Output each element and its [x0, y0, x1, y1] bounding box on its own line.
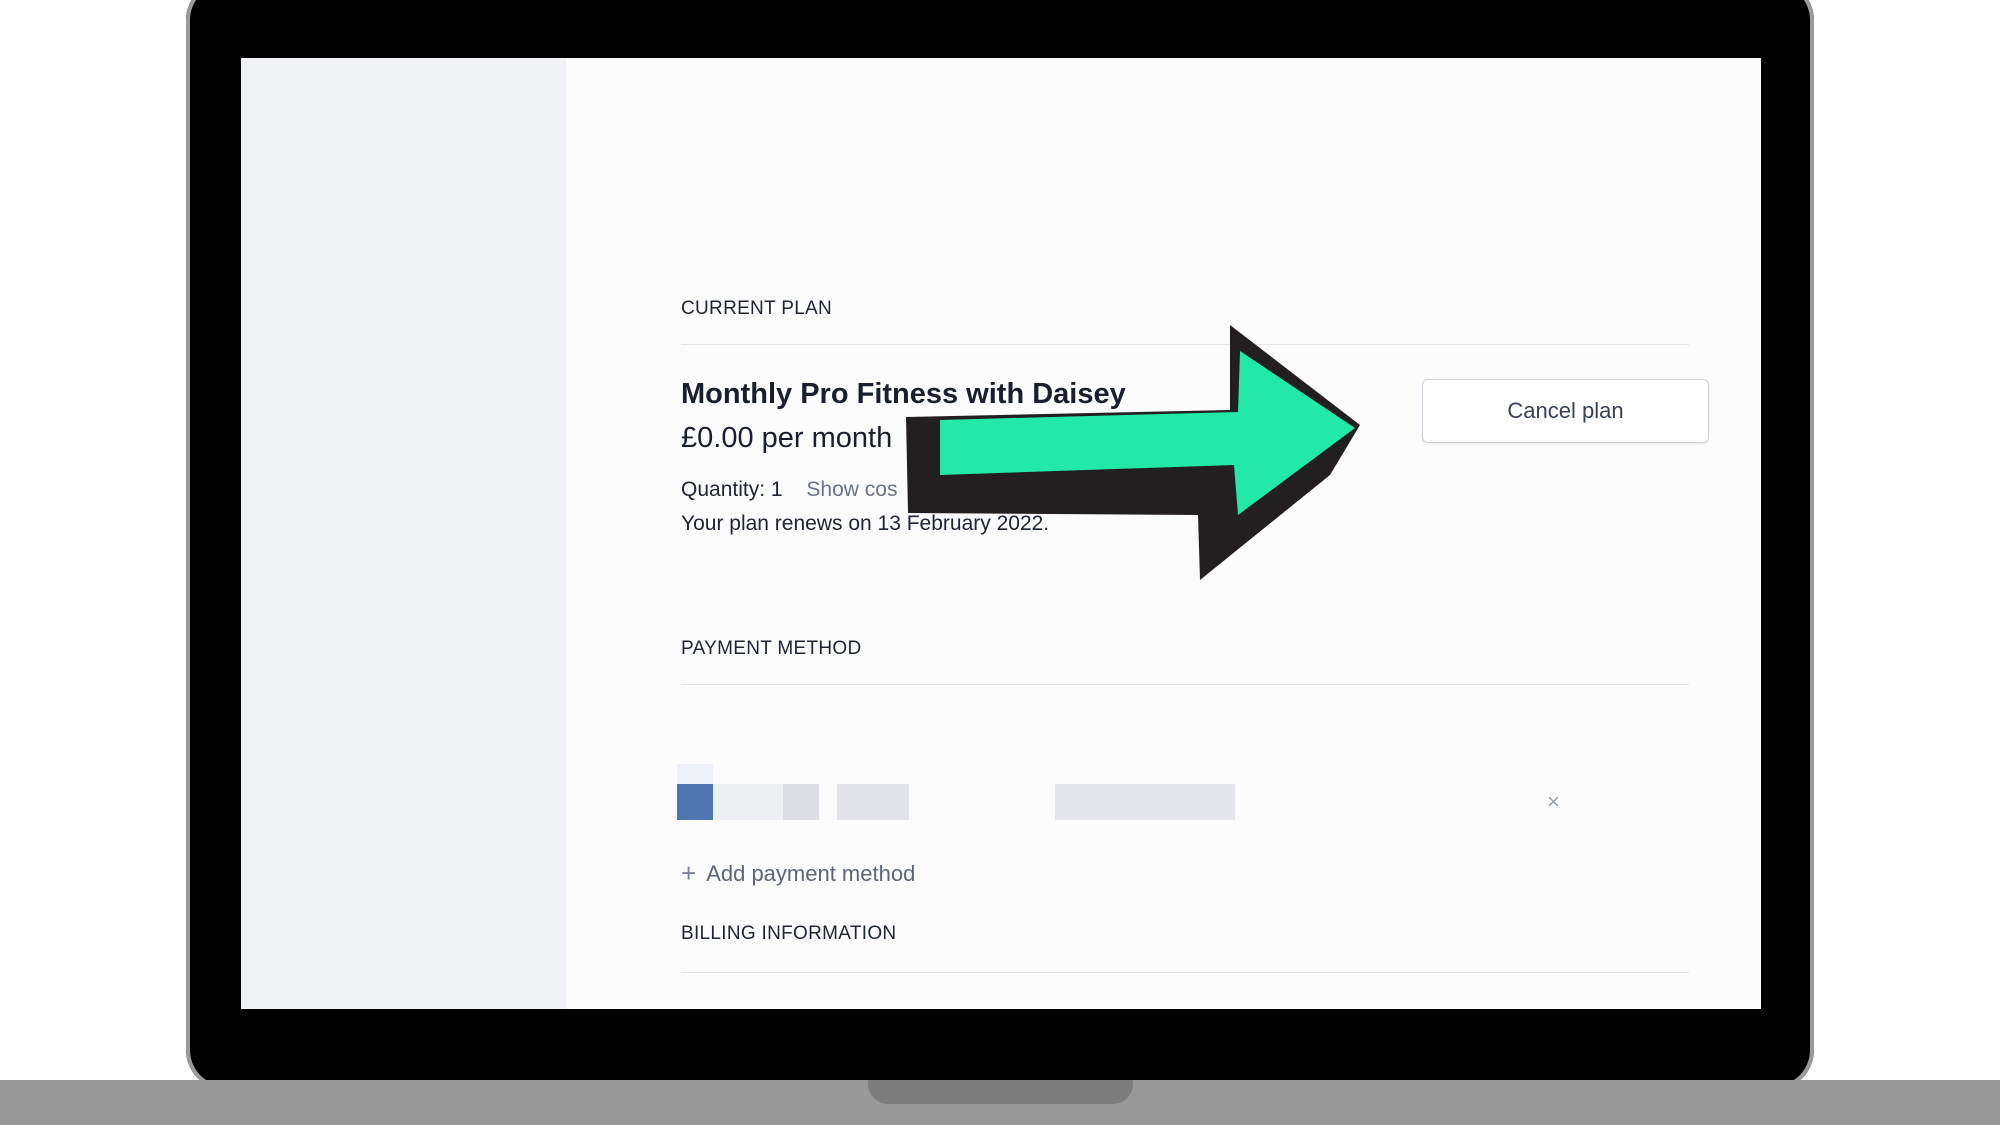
- payment-card-row[interactable]: [677, 758, 1277, 820]
- card-logo-top: [677, 764, 713, 784]
- payment-method-heading: PAYMENT METHOD: [681, 638, 862, 659]
- add-payment-method-link[interactable]: + Add payment method: [681, 858, 915, 889]
- divider: [681, 684, 1689, 685]
- cancel-plan-button[interactable]: Cancel plan: [1422, 379, 1709, 443]
- card-number-blur: [837, 784, 909, 820]
- current-plan-heading: CURRENT PLAN: [681, 298, 833, 319]
- laptop-notch: [868, 1080, 1133, 1104]
- quantity-line: Quantity: 1 Show cos: [681, 478, 897, 502]
- card-expiry-blur: [1055, 784, 1235, 820]
- add-payment-method-label: Add payment method: [706, 860, 916, 886]
- close-icon[interactable]: ×: [1547, 789, 1560, 815]
- quantity-text: Quantity: 1: [681, 478, 783, 501]
- divider: [681, 972, 1689, 973]
- card-number-blur: [713, 784, 783, 820]
- sidebar: [241, 58, 566, 1009]
- card-number-blur: [783, 784, 819, 820]
- billing-information-heading: BILLING INFORMATION: [681, 923, 897, 944]
- plan-price: £0.00 per month: [681, 422, 893, 454]
- green-pointer-arrow-icon: [906, 325, 1360, 580]
- show-cost-link[interactable]: Show cos: [806, 478, 897, 501]
- card-logo: [677, 784, 713, 820]
- plus-icon: +: [681, 858, 697, 888]
